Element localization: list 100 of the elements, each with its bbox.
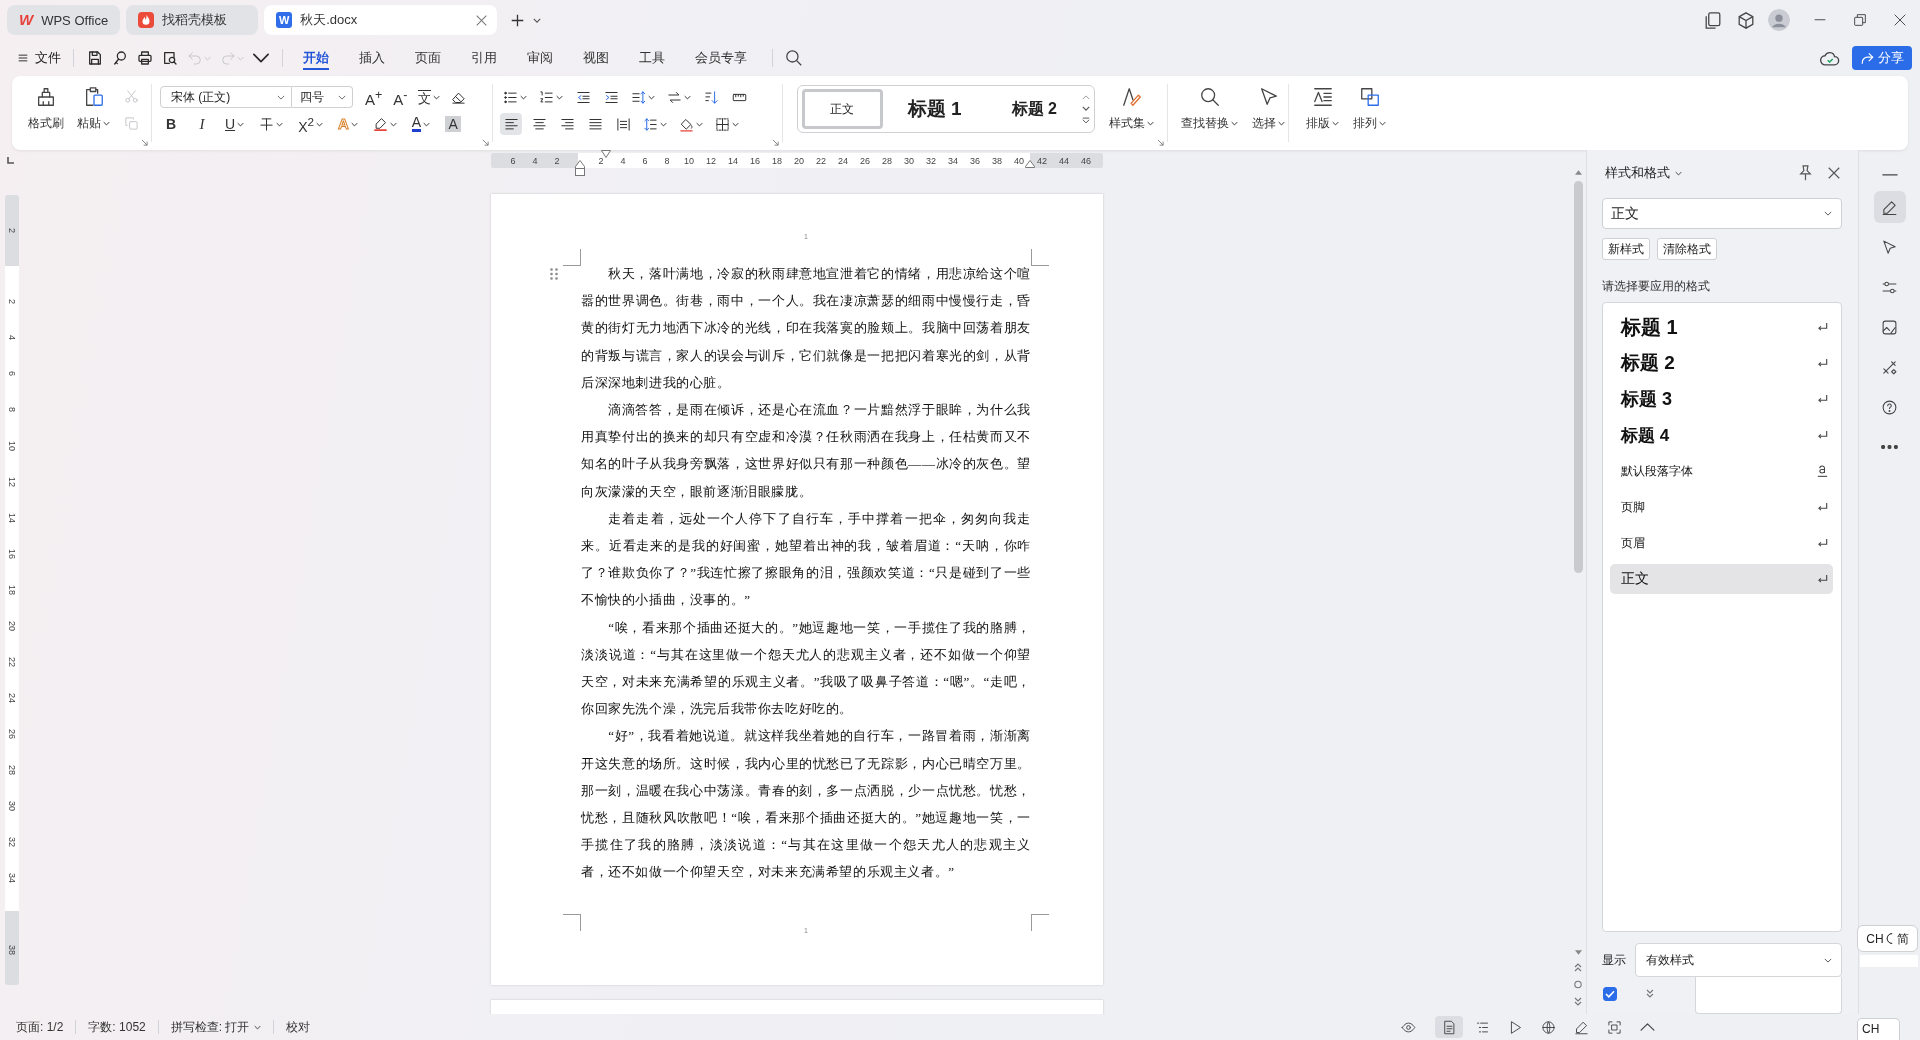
moon-icon[interactable] [1885, 933, 1895, 944]
current-style-dropdown[interactable]: 正文 [1602, 198, 1842, 229]
ruler-number: 26 [6, 728, 18, 741]
bold-button[interactable]: B [160, 113, 182, 135]
superscript-button[interactable]: X$^{2}$ [295, 113, 326, 135]
edit-button[interactable] [1873, 191, 1906, 223]
typeset-button[interactable]: 排版 [1303, 84, 1342, 142]
file-menu-button[interactable]: 文件 [14, 45, 65, 71]
ime-script-button[interactable]: 简 [1896, 930, 1909, 947]
cloud-check-icon[interactable] [1820, 50, 1840, 66]
page-view-button[interactable] [1435, 1016, 1463, 1038]
style-list-item[interactable]: 正文 [1610, 564, 1833, 594]
ruler-number: 4 [6, 334, 18, 343]
style-list-item[interactable]: 标题 3 [1610, 384, 1833, 414]
ruler-number: 38 [6, 944, 18, 957]
dialog-launcher-icon[interactable] [482, 139, 489, 146]
body-paragraph: 走着走着，远处一个人停下了自行车，手中撑着一把伞，匆匆向我走来。近看走来的是我的好闺蜜，她望着出神的我，皱着眉道：“天呐，你咋了？谁欺负你了？”我连忙擦了擦眼角的泪，强颜欢笑道：“只是碰到了一些不愉快的小插曲，没事的。” [581, 509, 1031, 610]
style-preset[interactable]: 正文 [802, 89, 883, 129]
shrink-font-button[interactable]: A$^{-}$ [389, 86, 412, 108]
scroll-up-icon[interactable] [1574, 170, 1582, 175]
spell-check-button[interactable]: 拼写检查: 打开 [170, 1016, 262, 1038]
avatar-icon[interactable] [1767, 9, 1790, 31]
ruler-number: 8 [663, 154, 671, 167]
restore-icon[interactable] [1854, 14, 1866, 26]
font-color-button[interactable]: A [408, 113, 434, 135]
grow-font-button[interactable]: A$^{+}$ [362, 86, 386, 108]
share-button[interactable]: 分享 [1852, 46, 1912, 70]
scroll-up-icon[interactable] [1082, 94, 1090, 100]
style-filter-dropdown[interactable]: 有效样式 [1635, 943, 1842, 977]
paragraph-mark-icon [1817, 574, 1828, 584]
dialog-launcher-icon[interactable] [141, 139, 148, 146]
font-name-dropdown[interactable]: 宋体 (正文) [160, 86, 292, 108]
underline-button[interactable]: U [222, 113, 248, 135]
style-list-item[interactable]: 标题 4 [1610, 420, 1833, 450]
paste-button[interactable]: 粘贴 [74, 84, 113, 142]
style-set-button[interactable]: 样式集 [1106, 84, 1157, 130]
ruler-number: 36 [969, 154, 981, 167]
pin-icon[interactable] [1799, 165, 1812, 181]
hanging-indent-icon[interactable] [575, 160, 585, 176]
drag-handle-icon[interactable] [550, 268, 558, 280]
window-tab[interactable]: W WPS Office [7, 5, 121, 35]
browse-object-icon[interactable] [1574, 980, 1582, 989]
windows-icon[interactable] [1704, 11, 1721, 29]
numbered-list-icon [539, 89, 554, 105]
ribbon-tab[interactable]: 会员专享 [683, 43, 759, 73]
close-icon[interactable] [476, 14, 488, 26]
ribbon-tab[interactable]: 页面 [403, 43, 453, 73]
previous-page-icon[interactable] [1574, 963, 1582, 972]
font-size-dropdown[interactable]: 四号 [292, 86, 353, 108]
style-list-item[interactable]: 标题 2 [1610, 348, 1833, 378]
page-count: 页面: 1/2 [16, 1018, 64, 1036]
next-page-icon[interactable] [1574, 997, 1582, 1006]
pinyin-guide-button[interactable]: 文 [415, 86, 444, 108]
scroll-down-icon[interactable] [1082, 105, 1090, 111]
italic-button[interactable]: I [191, 113, 213, 135]
search-icon[interactable] [786, 50, 802, 66]
minimize-icon[interactable] [1814, 19, 1826, 21]
style-list-item[interactable]: 页眉 [1610, 528, 1833, 558]
align-left-button[interactable] [500, 113, 522, 135]
right-indent-icon[interactable] [1025, 160, 1035, 168]
ruler-number: 20 [6, 620, 18, 633]
scroll-down-icon[interactable] [1574, 950, 1582, 955]
ime-mode-button[interactable]: CH [1866, 930, 1884, 947]
ribbon-tab[interactable]: 引用 [459, 43, 509, 73]
style-list-item[interactable]: 标题 1 [1610, 312, 1833, 342]
ime-tray-button[interactable]: CH [1857, 1018, 1900, 1040]
dialog-launcher-icon[interactable] [1157, 139, 1164, 146]
close-icon[interactable] [1894, 14, 1906, 26]
expand-gallery-icon[interactable] [1082, 116, 1090, 124]
proofread-button[interactable]: 校对 [286, 1016, 311, 1038]
dialog-launcher-icon[interactable] [772, 139, 779, 146]
arrange-button[interactable]: 排列 [1350, 84, 1389, 142]
plus-icon[interactable] [511, 13, 525, 27]
ribbon-tab[interactable]: 审阅 [515, 43, 565, 73]
preview-checkbox[interactable] [1603, 987, 1617, 1001]
wps-logo-icon: W [19, 12, 34, 28]
style-preset[interactable]: 标题 2 [998, 89, 1070, 129]
style-action-button[interactable]: 清除格式 [1657, 238, 1717, 260]
double-chevron-down-icon[interactable] [1645, 989, 1654, 998]
find-replace-button[interactable]: 查找替换 [1178, 84, 1241, 142]
body-paragraph: “唉，看来那个插曲还挺大的。”她逗趣地一笑，一手揽住了我的胳膊，淡淡说道：“与其在这里做一个怨天尤人的悲观主义者，还不如做一个仰望天空，对未来充满希望的乐观主义者。”我吸了吸鼻子答道：“嗯”。“走吧，你回家先洗个澡，洗完后我带你去吃好吃的。 [581, 618, 1031, 719]
paragraph-mark-icon [1817, 430, 1828, 440]
style-preset[interactable]: 标题 1 [894, 89, 975, 129]
ribbon-tab[interactable]: 视图 [571, 43, 621, 73]
style-list-item[interactable]: 页脚 [1610, 492, 1833, 522]
tab-stop-icon[interactable] [6, 156, 15, 165]
window-tab[interactable]: W 秋天.docx [264, 5, 498, 35]
ruler-number: 20 [793, 154, 805, 167]
ribbon-tab[interactable]: 插入 [347, 43, 397, 73]
cube-icon[interactable] [1737, 11, 1754, 29]
select-button[interactable]: 选择 [1249, 84, 1288, 142]
close-icon[interactable] [1828, 167, 1840, 179]
panel-title-dropdown[interactable]: 样式和格式 [1602, 161, 1685, 185]
caret-icon[interactable] [533, 17, 542, 23]
format-painter-button[interactable]: 格式刷 [25, 84, 67, 142]
style-action-button[interactable]: 新样式 [1602, 238, 1650, 260]
window-tab[interactable]: 找稻壳模板 [126, 5, 259, 35]
scrollbar-thumb[interactable] [1573, 181, 1583, 573]
style-list-item[interactable]: 默认段落字体 [1610, 456, 1833, 486]
ribbon-tab[interactable]: 工具 [627, 43, 677, 73]
